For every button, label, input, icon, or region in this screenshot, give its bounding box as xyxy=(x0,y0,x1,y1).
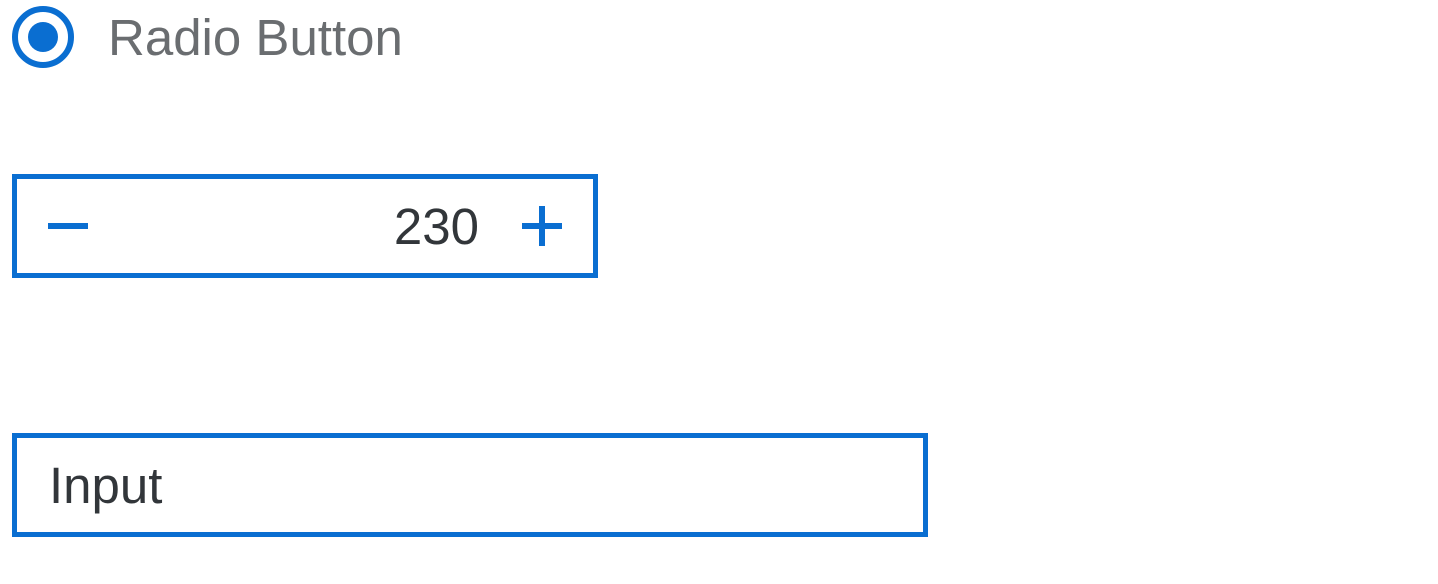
stepper-decrement-button[interactable] xyxy=(17,179,119,273)
text-input[interactable]: Input xyxy=(12,433,928,537)
radio-button-icon xyxy=(12,6,74,68)
plus-icon xyxy=(518,202,566,250)
stepper-increment-button[interactable] xyxy=(491,179,593,273)
radio-button-row[interactable]: Radio Button xyxy=(12,0,1426,68)
minus-icon xyxy=(44,202,92,250)
quantity-stepper[interactable]: 230 xyxy=(12,174,598,278)
form-container: Radio Button 230 Input xyxy=(0,0,1438,537)
radio-button-dot xyxy=(28,22,58,52)
stepper-value[interactable]: 230 xyxy=(119,201,491,252)
radio-button-label: Radio Button xyxy=(108,12,403,63)
text-input-value: Input xyxy=(49,460,162,511)
